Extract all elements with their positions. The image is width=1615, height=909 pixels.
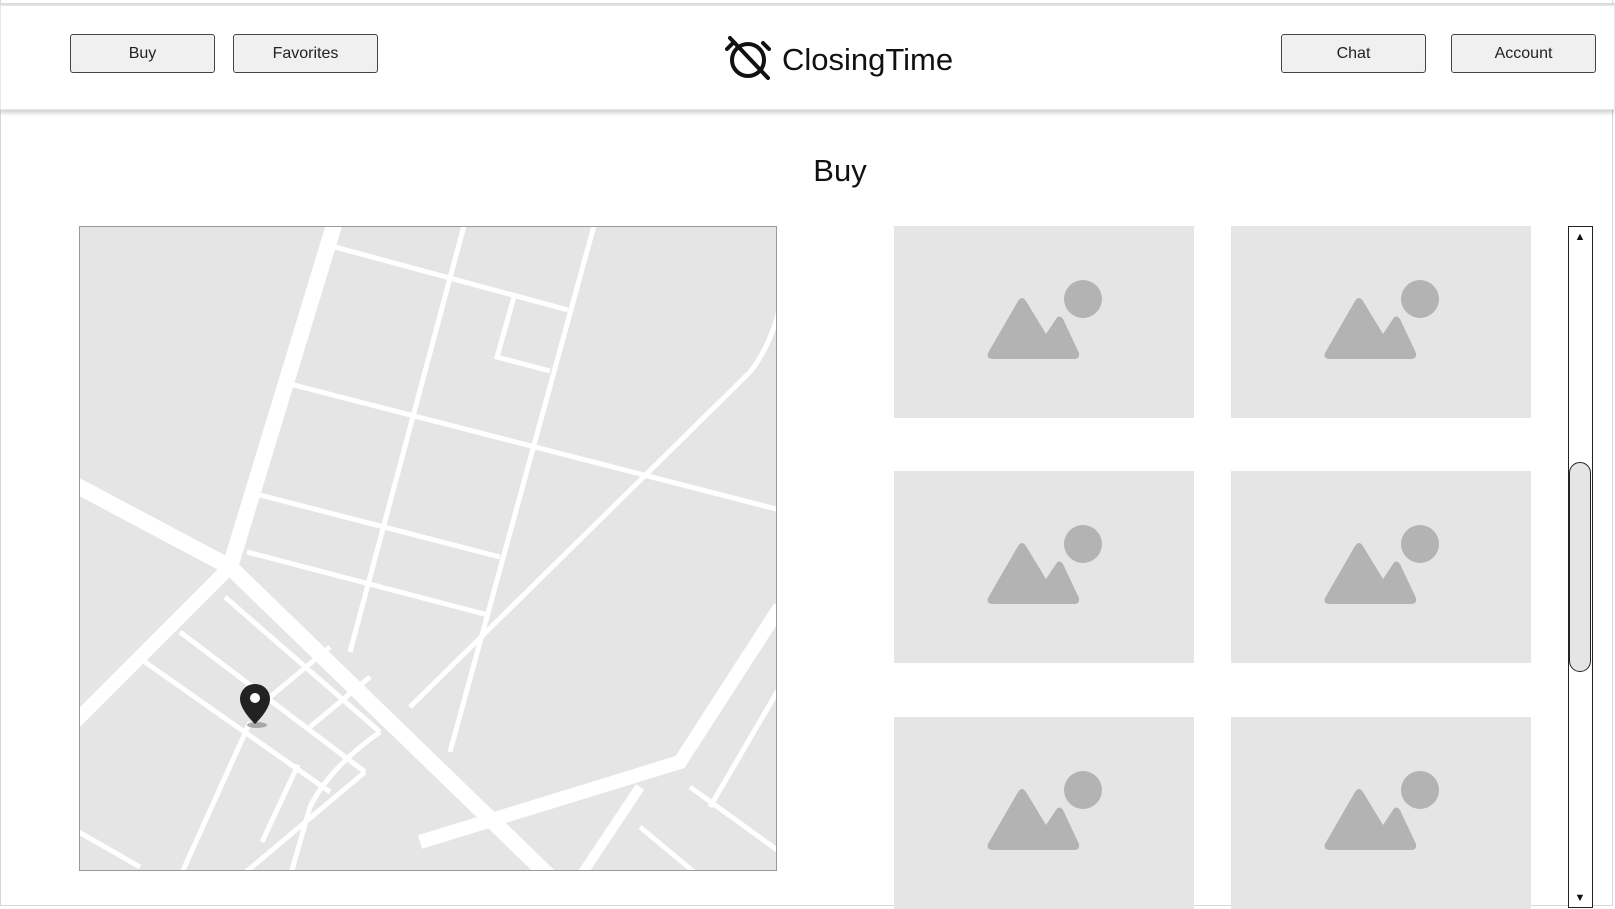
image-placeholder-icon	[984, 770, 1104, 857]
image-placeholder-icon	[984, 279, 1104, 366]
scroll-up-arrow-icon[interactable]: ▲	[1569, 228, 1591, 246]
account-button[interactable]: Account	[1451, 34, 1596, 73]
map-view[interactable]	[79, 226, 777, 871]
top-nav-bar: Buy Favorites ClosingTime Chat Account	[0, 3, 1615, 110]
image-placeholder-icon	[984, 524, 1104, 611]
listing-card[interactable]	[894, 717, 1194, 909]
alarm-off-icon	[724, 34, 772, 87]
listings-scrollbar[interactable]: ▲ ▼	[1568, 226, 1593, 908]
image-placeholder-icon	[1321, 279, 1441, 366]
image-placeholder-icon	[1321, 524, 1441, 611]
favorites-button[interactable]: Favorites	[233, 34, 378, 73]
listing-card[interactable]	[894, 471, 1194, 663]
listing-card[interactable]	[1231, 226, 1531, 418]
map-streets	[80, 227, 776, 870]
scrollbar-thumb[interactable]	[1569, 462, 1591, 672]
listing-card[interactable]	[894, 226, 1194, 418]
brand-logo[interactable]: ClosingTime	[724, 35, 953, 85]
scroll-down-arrow-icon[interactable]: ▼	[1569, 889, 1591, 907]
page-title: Buy	[813, 153, 867, 188]
brand-name: ClosingTime	[782, 42, 954, 77]
listing-card[interactable]	[1231, 717, 1531, 909]
listing-card[interactable]	[1231, 471, 1531, 663]
chat-button[interactable]: Chat	[1281, 34, 1426, 73]
buy-button[interactable]: Buy	[70, 34, 215, 73]
map-pin-icon[interactable]	[238, 682, 272, 735]
image-placeholder-icon	[1321, 770, 1441, 857]
